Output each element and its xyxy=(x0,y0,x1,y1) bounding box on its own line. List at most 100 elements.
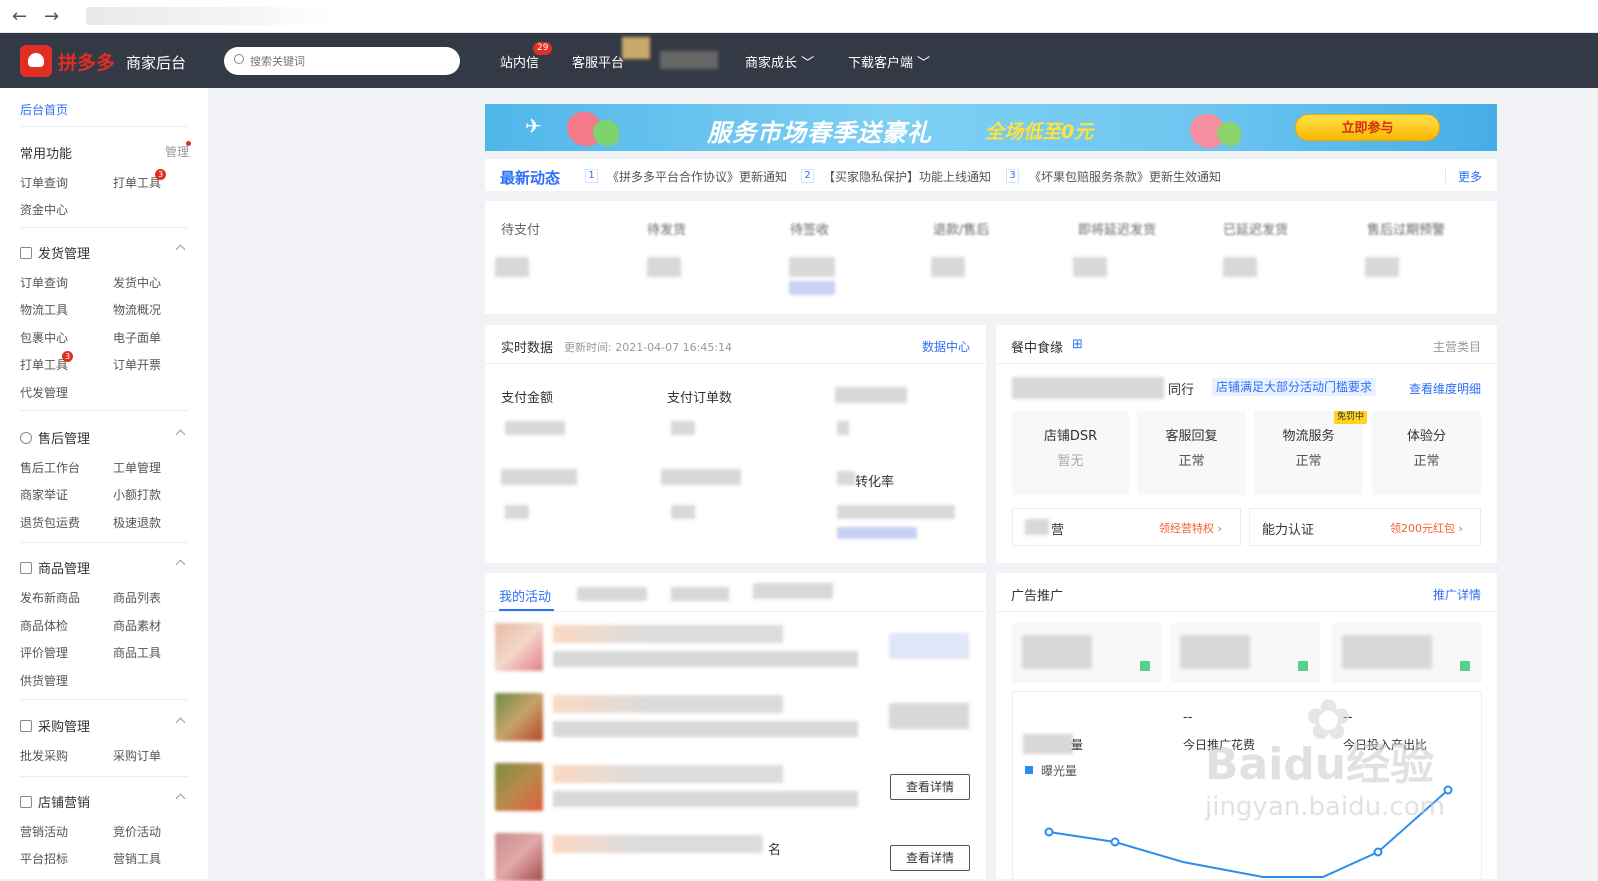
redacted-button[interactable] xyxy=(889,703,969,729)
sidebar-item[interactable]: 商品素材 xyxy=(113,617,161,634)
sidebar-item[interactable]: 小额打款 xyxy=(113,486,161,503)
sidebar-item[interactable]: 发布新商品 xyxy=(20,589,80,606)
sidebar-item-print-tool[interactable]: 打单工具 xyxy=(113,174,161,191)
sidebar-item[interactable]: 售后工作台 xyxy=(20,459,80,476)
sidebar-item[interactable]: 极速退款 xyxy=(113,514,161,531)
redacted-tab[interactable] xyxy=(577,587,647,601)
ads-title: 广告推广 xyxy=(1011,589,1064,604)
nav-merchant-growth[interactable]: 商家成长 ﹀ xyxy=(745,52,814,71)
sidebar-item[interactable]: 营销活动 xyxy=(20,823,68,840)
dsr-card[interactable]: 客服回复 正常 xyxy=(1137,411,1246,495)
redacted-value xyxy=(1073,257,1107,277)
sidebar-item[interactable]: 订单查询 xyxy=(20,274,68,291)
arrow-left-icon[interactable]: ← xyxy=(12,6,27,27)
redacted-tab[interactable] xyxy=(671,587,729,601)
sidebar-item[interactable]: 商品工具 xyxy=(113,644,161,661)
sidebar-item[interactable]: 营销工具 xyxy=(113,850,161,867)
sidebar-item[interactable]: 打单工具 xyxy=(20,356,68,373)
news-item[interactable]: 【买家隐私保护】功能上线通知 xyxy=(823,168,991,185)
sidebar-item[interactable]: 包裹中心 xyxy=(20,329,68,346)
news-item[interactable]: 《拼多多平台合作协议》更新通知 xyxy=(607,168,787,185)
chevron-up-icon[interactable] xyxy=(175,559,186,570)
tab-my-activities[interactable]: 我的活动 xyxy=(499,586,551,605)
sidebar-item-funds[interactable]: 资金中心 xyxy=(20,201,68,218)
redacted-value xyxy=(1223,257,1257,277)
redacted-button[interactable] xyxy=(889,633,969,659)
dsr-card[interactable]: 店铺DSR 暂无 xyxy=(1012,411,1129,495)
news-more-link[interactable]: 更多 xyxy=(1458,168,1482,185)
divider xyxy=(20,126,188,127)
nav-messages[interactable]: 站内信 xyxy=(500,52,539,71)
section-procurement[interactable]: 采购管理 xyxy=(20,716,90,735)
sidebar-item[interactable]: 电子面单 xyxy=(113,329,161,346)
order-status-label[interactable]: 即将延迟发货 xyxy=(1078,219,1156,238)
sidebar-item[interactable]: 平台招标 xyxy=(20,850,68,867)
ad-stat-card[interactable] xyxy=(1012,623,1162,683)
chevron-up-icon[interactable] xyxy=(175,429,186,440)
promotion-details-link[interactable]: 推广详情 xyxy=(1433,586,1481,603)
section-products[interactable]: 商品管理 xyxy=(20,558,90,577)
chevron-up-icon[interactable] xyxy=(175,793,186,804)
sidebar-item[interactable]: 供货管理 xyxy=(20,672,68,689)
sidebar-item[interactable]: 评价管理 xyxy=(20,644,68,661)
sidebar-item[interactable]: 代发管理 xyxy=(20,384,68,401)
view-details-link[interactable]: 查看维度明细 xyxy=(1409,380,1481,397)
my-activities-panel: 我的活动 查看详情 名 查看详情 xyxy=(485,573,986,881)
sidebar-item[interactable]: 发货中心 xyxy=(113,274,161,291)
capability-certification-entry[interactable]: 能力认证 领200元红包 › xyxy=(1249,508,1481,546)
order-status-label[interactable]: 待发货 xyxy=(647,219,686,238)
sidebar-badge: 3 xyxy=(155,169,166,180)
ad-stat-card[interactable] xyxy=(1332,623,1482,683)
sidebar-item[interactable]: 物流工具 xyxy=(20,301,68,318)
order-status-label[interactable]: 待签收 xyxy=(790,219,829,238)
sidebar-item[interactable]: 竞价活动 xyxy=(113,823,161,840)
order-status-label[interactable]: 退款/售后 xyxy=(933,219,989,238)
sidebar-item[interactable]: 订单开票 xyxy=(113,356,161,373)
sidebar-item[interactable]: 退货包运费 xyxy=(20,514,80,531)
manage-link[interactable]: 管理 xyxy=(165,143,189,160)
main-category-label[interactable]: 主营类目 xyxy=(1433,338,1481,355)
news-item[interactable]: 《坏果包赔服务条款》更新生效通知 xyxy=(1029,168,1221,185)
arrow-right-icon[interactable]: → xyxy=(44,6,59,27)
redacted-value xyxy=(1023,734,1073,754)
view-details-button[interactable]: 查看详情 xyxy=(890,845,970,871)
sidebar-item[interactable]: 批发采购 xyxy=(20,747,68,764)
sidebar-item[interactable]: 商品体检 xyxy=(20,617,68,634)
qrcode-icon[interactable]: ⊞ xyxy=(1072,337,1083,352)
view-details-button[interactable]: 查看详情 xyxy=(890,774,970,800)
sidebar-item[interactable]: 商家举证 xyxy=(20,486,68,503)
ad-stat-card[interactable] xyxy=(1170,623,1320,683)
sidebar-item[interactable]: 工单管理 xyxy=(113,459,161,476)
sidebar-item[interactable]: 采购订单 xyxy=(113,747,161,764)
sidebar-item[interactable]: 商品列表 xyxy=(113,589,161,606)
address-bar[interactable] xyxy=(86,7,336,25)
section-after-sales[interactable]: 售后管理 xyxy=(20,428,90,447)
redacted-text xyxy=(553,765,783,783)
chevron-up-icon[interactable] xyxy=(175,717,186,728)
order-status-label[interactable]: 待支付 xyxy=(501,219,540,238)
chevron-up-icon[interactable] xyxy=(175,244,186,255)
privilege-link[interactable]: 领经营特权 › xyxy=(1159,520,1222,536)
red-packet-link[interactable]: 领200元红包 › xyxy=(1390,520,1463,536)
sidebar-item[interactable]: 物流概况 xyxy=(113,301,161,318)
join-now-button[interactable]: 立即参与 xyxy=(1295,114,1440,141)
redacted-tab[interactable] xyxy=(753,583,833,599)
operation-privilege-entry[interactable]: 营 领经营特权 › xyxy=(1012,508,1241,546)
order-status-label[interactable]: 售后过期预警 xyxy=(1367,219,1445,238)
data-point xyxy=(1110,837,1120,847)
nav-customer-service[interactable]: 客服平台 xyxy=(572,52,624,71)
activity-thumbnail xyxy=(495,833,543,881)
banner-subtitle: 全场低至0元 xyxy=(985,121,1094,143)
search-input[interactable] xyxy=(250,52,450,70)
sidebar-item-order-query[interactable]: 订单查询 xyxy=(20,174,68,191)
promo-banner[interactable]: ✈ 服务市场春季送豪礼 全场低至0元 立即参与 xyxy=(485,104,1497,151)
section-shipping[interactable]: 发货管理 xyxy=(20,243,90,262)
nav-download-client[interactable]: 下载客户端 ﹀ xyxy=(848,52,930,71)
section-marketing[interactable]: 店铺营销 xyxy=(20,792,90,811)
sidebar-home-link[interactable]: 后台首页 xyxy=(20,101,68,118)
search-box[interactable] xyxy=(224,47,460,75)
data-center-link[interactable]: 数据中心 xyxy=(922,338,970,355)
dsr-card[interactable]: 体验分 正常 xyxy=(1372,411,1481,495)
browser-toolbar: ← → xyxy=(0,0,1598,33)
order-status-label[interactable]: 已延迟发货 xyxy=(1223,219,1288,238)
